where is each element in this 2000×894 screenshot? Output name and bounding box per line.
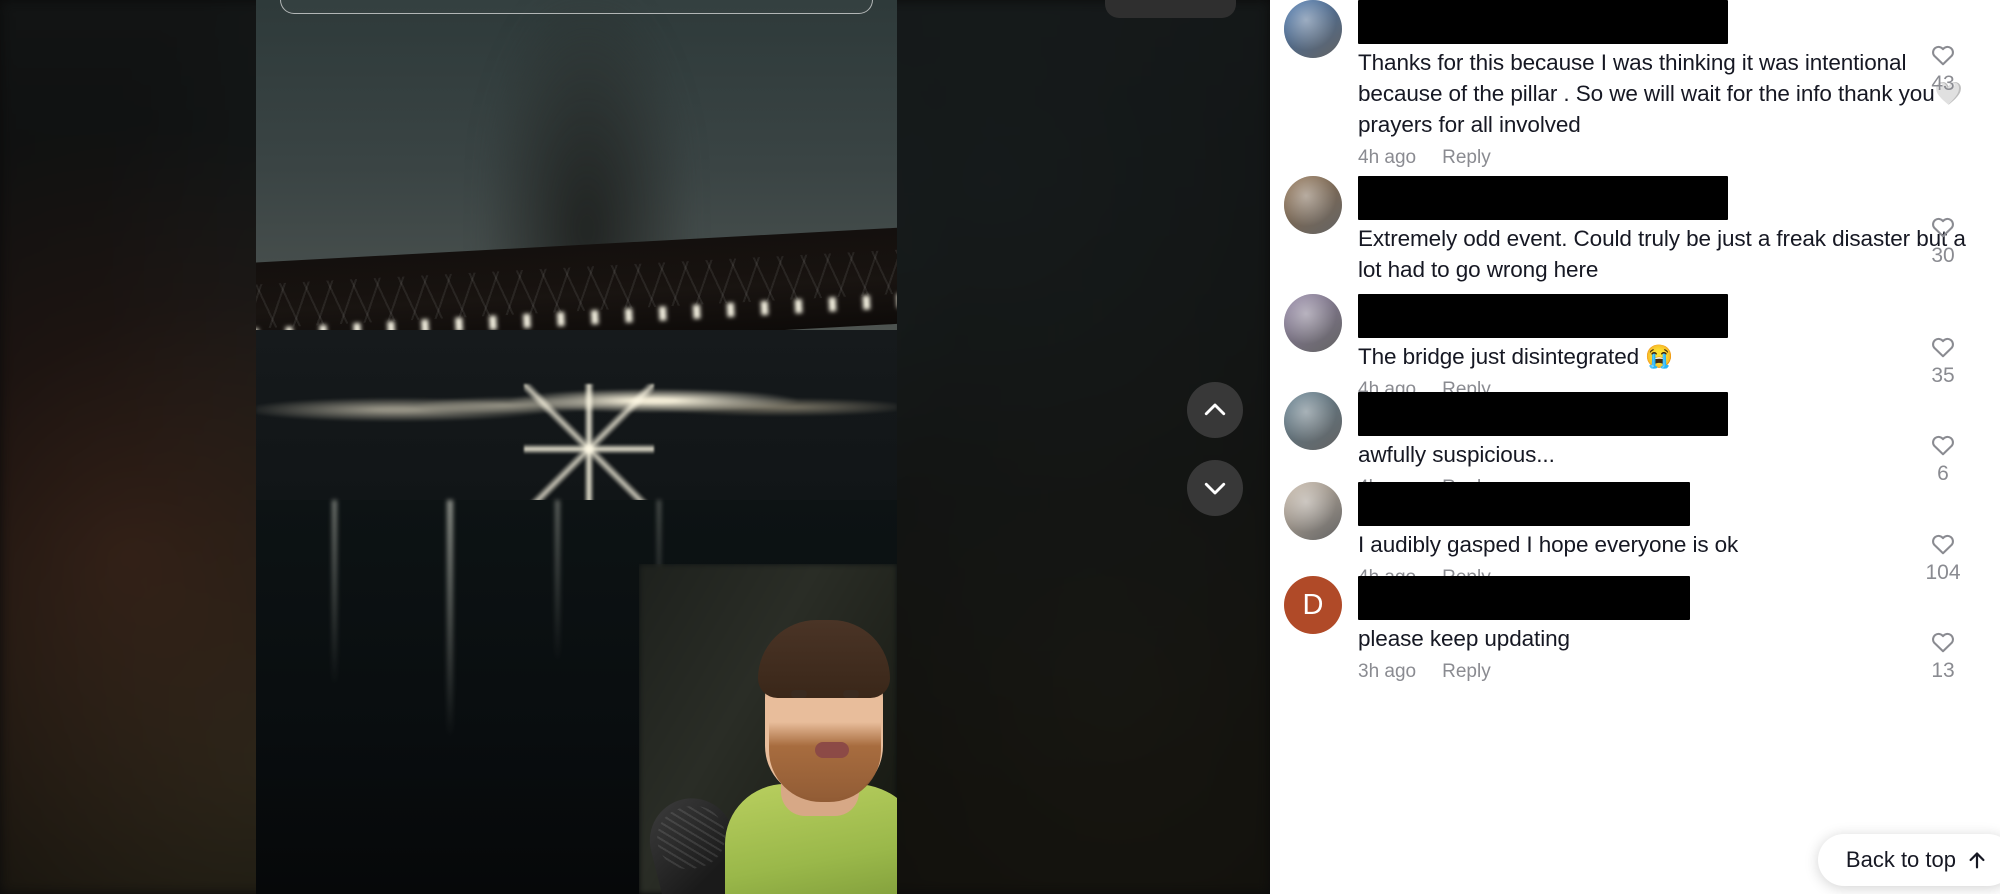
avatar[interactable]: D bbox=[1284, 576, 1342, 634]
like-count: 43 bbox=[1931, 72, 1955, 95]
creator-eye-right bbox=[843, 690, 859, 698]
comments-panel[interactable]: Thanks for this because I was thinking i… bbox=[1270, 0, 2000, 894]
arrow-up-icon bbox=[1966, 849, 1988, 871]
comment-item: The bridge just disintegrated 😭 4h ago Rep… bbox=[1270, 294, 2000, 401]
comment-item: I audibly gasped I hope everyone is ok4h… bbox=[1270, 482, 2000, 589]
comment-body: please keep updating 3h ago Reply bbox=[1358, 576, 2000, 683]
reply-button[interactable]: Reply bbox=[1442, 147, 1491, 169]
avatar[interactable] bbox=[1284, 0, 1342, 58]
heart-icon bbox=[1930, 432, 1956, 458]
top-right-pill-button[interactable] bbox=[1105, 0, 1236, 18]
comment-text: awfully suspicious... bbox=[1358, 442, 1555, 467]
comment-text: Extremely odd event. Could truly be just… bbox=[1358, 226, 1966, 282]
redacted-username bbox=[1358, 482, 1690, 526]
avatar[interactable] bbox=[1284, 176, 1342, 234]
creator-mouth bbox=[815, 742, 849, 758]
previous-video-button[interactable] bbox=[1187, 382, 1243, 438]
search-input[interactable] bbox=[299, 0, 815, 13]
comment-meta: 4h ago Reply bbox=[1358, 147, 1990, 169]
creator-reaction-overlay bbox=[639, 564, 897, 894]
back-to-top-button[interactable]: Back to top bbox=[1817, 834, 2000, 886]
reply-button[interactable]: Reply bbox=[1442, 661, 1491, 683]
redacted-username bbox=[1358, 176, 1728, 220]
video-player[interactable] bbox=[256, 0, 897, 894]
like-count: 13 bbox=[1931, 659, 1955, 682]
avatar[interactable] bbox=[1284, 294, 1342, 352]
creator-eye-left bbox=[791, 690, 807, 698]
avatar[interactable] bbox=[1284, 392, 1342, 450]
video-navigation bbox=[1187, 382, 1243, 516]
heart-icon bbox=[1930, 334, 1956, 360]
comment-timestamp: 4h ago bbox=[1358, 147, 1417, 168]
avatar-photo bbox=[1284, 176, 1342, 234]
heart-icon bbox=[1930, 214, 1956, 240]
chevron-up-icon bbox=[1200, 395, 1230, 425]
heart-icon bbox=[1930, 531, 1956, 557]
heart-icon bbox=[1930, 629, 1956, 655]
avatar-photo bbox=[1284, 0, 1342, 58]
comment-text: The bridge just disintegrated 😭 bbox=[1358, 344, 1674, 369]
comment-text: Thanks for this because I was thinking i… bbox=[1358, 50, 1963, 137]
avatar-letter: D bbox=[1302, 588, 1324, 621]
video-with-comments-page: Thanks for this because I was thinking i… bbox=[0, 0, 2000, 894]
avatar-photo bbox=[1284, 392, 1342, 450]
avatar-photo bbox=[1284, 294, 1342, 352]
like-button[interactable]: 13 bbox=[1916, 625, 1970, 683]
comment-body: I audibly gasped I hope everyone is ok4h… bbox=[1358, 482, 2000, 589]
comment-item: Dplease keep updating 3h ago Reply 13 bbox=[1270, 576, 2000, 683]
next-video-button[interactable] bbox=[1187, 460, 1243, 516]
like-button[interactable]: 43 bbox=[1916, 38, 1970, 96]
redacted-username bbox=[1358, 0, 1728, 44]
like-button[interactable]: 35 bbox=[1916, 330, 1970, 388]
like-button[interactable]: 30 bbox=[1916, 210, 1970, 268]
back-to-top-label: Back to top bbox=[1845, 847, 1956, 872]
comment-timestamp: 3h ago bbox=[1358, 661, 1417, 682]
like-button[interactable]: 6 bbox=[1916, 428, 1970, 486]
redacted-username bbox=[1358, 392, 1728, 436]
redacted-username bbox=[1358, 576, 1690, 620]
avatar[interactable] bbox=[1284, 482, 1342, 540]
comment-text: I audibly gasped I hope everyone is ok bbox=[1358, 532, 1739, 557]
comment-meta: 3h ago Reply bbox=[1358, 661, 1990, 683]
like-count: 30 bbox=[1931, 244, 1955, 267]
comment-text: please keep updating bbox=[1358, 626, 1570, 651]
light-flare bbox=[524, 384, 655, 514]
redacted-username bbox=[1358, 294, 1728, 338]
like-count: 35 bbox=[1931, 364, 1955, 387]
heart-icon bbox=[1930, 42, 1956, 68]
avatar-photo bbox=[1284, 482, 1342, 540]
search-bar[interactable] bbox=[280, 0, 873, 14]
chevron-down-icon bbox=[1200, 473, 1230, 503]
comment-body: The bridge just disintegrated 😭 4h ago Rep… bbox=[1358, 294, 2000, 401]
video-stage bbox=[0, 0, 1270, 894]
